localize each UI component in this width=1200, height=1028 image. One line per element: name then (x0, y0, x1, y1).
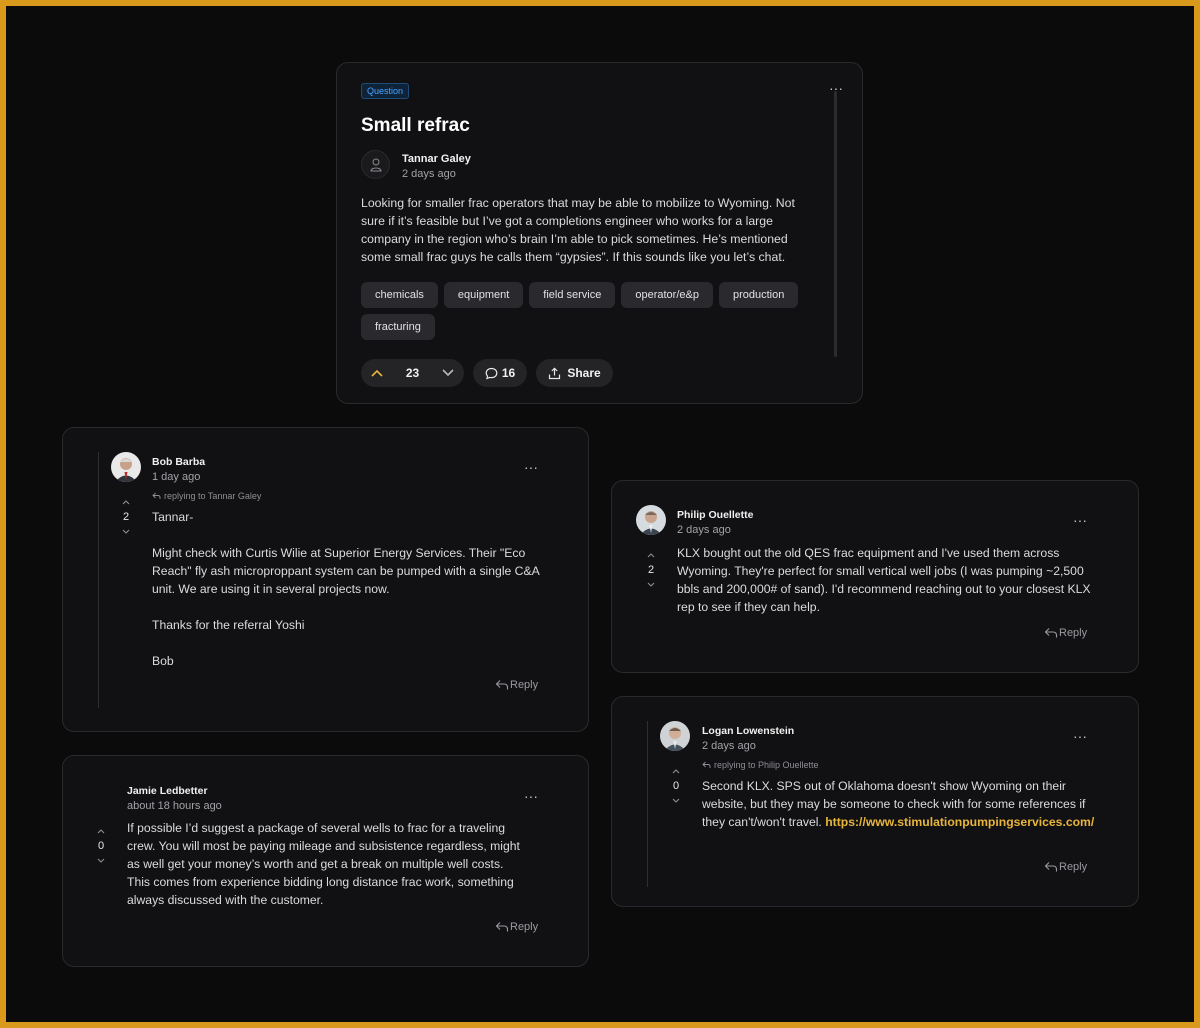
upvote-icon[interactable] (643, 549, 659, 561)
reply-arrow-icon (152, 492, 161, 499)
vote-count: 23 (405, 366, 420, 380)
replying-to: replying to Philip Ouellette (702, 760, 819, 770)
tag-production[interactable]: production (718, 282, 799, 308)
tag-list: chemicals equipment field service operat… (361, 282, 831, 340)
downvote-icon[interactable] (668, 795, 684, 807)
reply-icon (1044, 862, 1058, 872)
post-time: 2 days ago (402, 168, 456, 180)
reply-button[interactable]: Reply (495, 921, 538, 933)
avatar[interactable] (111, 452, 141, 482)
comment-time: 2 days ago (702, 740, 756, 752)
comment-paragraph: Tannar- (152, 510, 194, 524)
comment-author[interactable]: Bob Barba (152, 456, 205, 468)
comment-body: Second KLX. SPS out of Oklahoma doesn't … (702, 777, 1098, 831)
post-body: Looking for smaller frac operators that … (361, 196, 795, 264)
post-actions: 23 16 Share (361, 359, 613, 387)
comment-author[interactable]: Jamie Ledbetter (127, 785, 208, 797)
reply-label: Reply (1059, 861, 1088, 873)
downvote-icon[interactable] (93, 855, 109, 867)
comment-time: 2 days ago (677, 524, 731, 536)
reply-button[interactable]: Reply (1044, 627, 1087, 639)
reply-label: Reply (510, 921, 539, 933)
tag-fracturing[interactable]: fracturing (361, 314, 435, 340)
comment-card-logan: Logan Lowenstein 2 days ago ··· replying… (611, 696, 1139, 907)
reply-button[interactable]: Reply (1044, 861, 1087, 873)
comment-menu-icon[interactable]: ··· (524, 789, 538, 803)
comment-menu-icon[interactable]: ··· (1073, 729, 1087, 743)
avatar[interactable] (636, 505, 666, 535)
tag-chemicals[interactable]: chemicals (361, 282, 438, 308)
thread-line (647, 721, 648, 887)
post-scrollbar[interactable] (834, 91, 837, 357)
avatar[interactable] (660, 721, 690, 751)
comment-menu-icon[interactable]: ··· (524, 460, 538, 474)
comment-body: If possible I’d suggest a package of sev… (127, 821, 520, 907)
comment-vote-control: 0 (668, 765, 684, 807)
reply-icon (495, 922, 509, 932)
vote-control: 23 (361, 359, 464, 387)
upvote-icon[interactable] (371, 369, 383, 377)
reply-button[interactable]: Reply (495, 679, 538, 691)
comment-card-jamie: Jamie Ledbetter about 18 hours ago ··· 0… (62, 755, 589, 967)
comments-button[interactable]: 16 (473, 359, 527, 387)
downvote-icon[interactable] (118, 526, 134, 538)
comment-time: about 18 hours ago (127, 800, 222, 812)
vote-count: 2 (122, 511, 130, 523)
comment-bubble-icon (485, 367, 498, 379)
tag-operator-ep[interactable]: operator/e&p (621, 282, 713, 308)
replying-to: replying to Tannar Galey (152, 491, 261, 501)
reply-icon (495, 680, 509, 690)
comment-author[interactable]: Logan Lowenstein (702, 725, 794, 737)
reply-label: Reply (510, 679, 539, 691)
comment-count: 16 (501, 366, 516, 380)
replying-to-label: replying to Philip Ouellette (714, 760, 819, 770)
downvote-icon[interactable] (643, 579, 659, 591)
reply-label: Reply (1059, 627, 1088, 639)
downvote-icon[interactable] (442, 369, 454, 377)
comment-body: Tannar- Might check with Curtis Wilie at… (152, 508, 552, 670)
vote-count: 0 (672, 780, 680, 792)
comment-card-bob: Bob Barba 1 day ago ··· replying to Tann… (62, 427, 589, 732)
author-name[interactable]: Tannar Galey (402, 153, 471, 165)
share-button[interactable]: Share (536, 359, 613, 387)
comment-paragraph: Thanks for the referral Yoshi (152, 618, 305, 632)
question-badge: Question (361, 83, 410, 99)
comment-paragraph: Bob (152, 654, 174, 668)
comment-card-philip: Philip Ouellette 2 days ago ··· 2 KLX bo… (611, 480, 1139, 673)
post-card: Question ··· Small refrac Tannar Galey 2… (336, 62, 863, 404)
comment-paragraph: Might check with Curtis Wilie at Superio… (152, 546, 540, 596)
thread-line (98, 452, 99, 708)
upvote-icon[interactable] (668, 765, 684, 777)
avatar-placeholder-icon[interactable] (361, 150, 390, 179)
comment-time: 1 day ago (152, 471, 201, 483)
share-label: Share (567, 366, 601, 380)
comment-body: KLX bought out the old QES frac equipmen… (677, 546, 1091, 614)
comment-vote-control: 0 (93, 825, 109, 867)
tag-field-service[interactable]: field service (529, 282, 616, 308)
share-icon (549, 366, 561, 379)
tag-equipment[interactable]: equipment (443, 282, 524, 308)
comment-author[interactable]: Philip Ouellette (677, 509, 753, 521)
vote-count: 2 (647, 564, 655, 576)
comment-vote-control: 2 (118, 496, 134, 538)
comment-menu-icon[interactable]: ··· (1073, 513, 1087, 527)
vote-count: 0 (97, 840, 105, 852)
comment-vote-control: 2 (643, 549, 659, 591)
upvote-icon[interactable] (93, 825, 109, 837)
replying-to-label: replying to Tannar Galey (164, 491, 262, 501)
reply-icon (1044, 628, 1058, 638)
reply-arrow-icon (702, 761, 711, 768)
upvote-icon[interactable] (118, 496, 134, 508)
post-title: Small refrac (361, 115, 470, 136)
external-link[interactable]: https://www.stimulationpumpingservices.c… (825, 815, 1094, 829)
